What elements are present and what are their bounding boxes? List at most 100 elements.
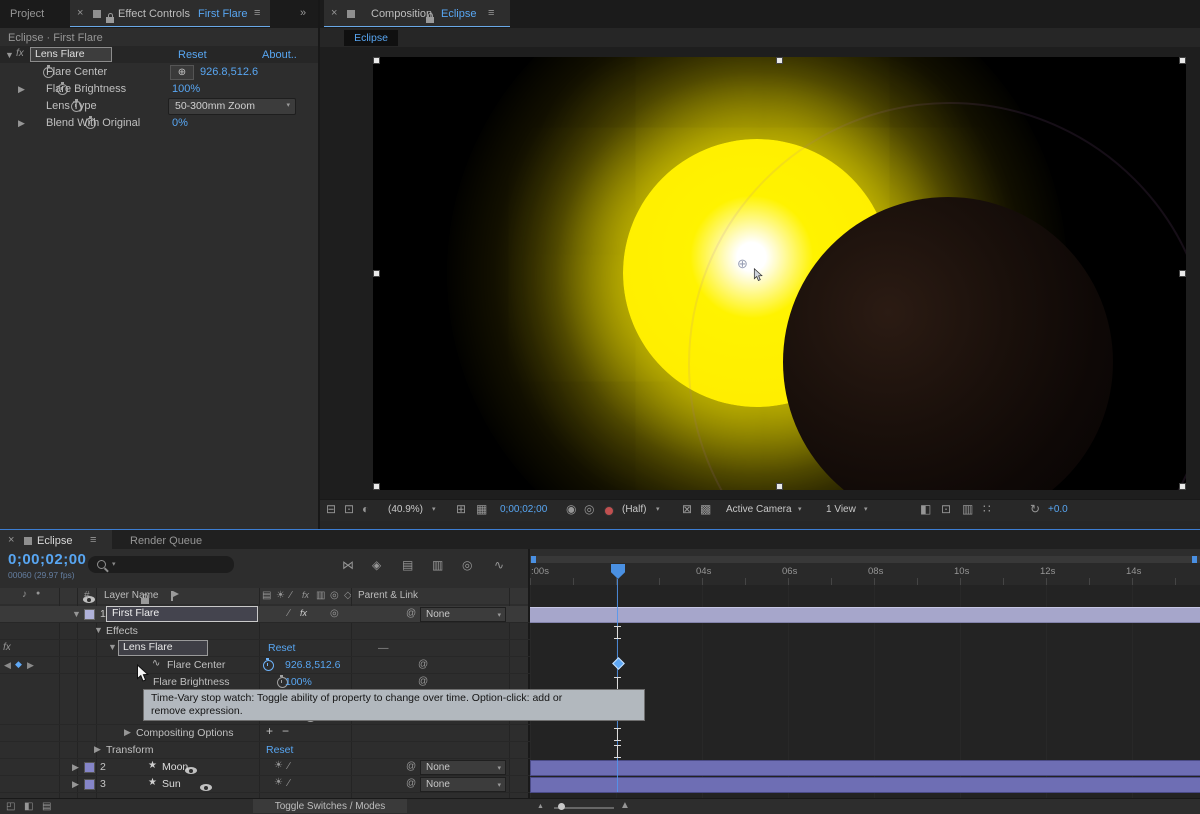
grid-options-icon[interactable]: ⊞ [456, 502, 466, 516]
effects-group-label[interactable]: Effects [106, 625, 138, 637]
timeline-zoom-handle[interactable] [558, 803, 565, 810]
prop-label-lens-type[interactable]: Lens Type [46, 100, 97, 112]
pickwhip-icon[interactable]: @ [418, 659, 428, 670]
selection-handle[interactable] [1179, 57, 1186, 64]
lens-type-dropdown[interactable]: 50-300mm Zoom ▾ [168, 98, 296, 115]
always-preview-icon[interactable]: ⊟ [326, 502, 336, 516]
prop-label-flare-center[interactable]: Flare Center [167, 659, 225, 671]
mask-visibility-icon[interactable]: ▦ [476, 502, 487, 516]
graph-editor-icon[interactable]: ∿ [494, 558, 504, 572]
expand-layer-switches-icon[interactable]: ◰ [6, 801, 15, 812]
close-icon[interactable]: × [8, 534, 14, 546]
twirl-closed-icon[interactable]: ▶ [94, 744, 101, 755]
panel-menu-icon[interactable]: ≡ [90, 534, 96, 546]
transparency-grid-icon[interactable]: ▩ [700, 502, 711, 516]
viewer-tab-eclipse[interactable]: Eclipse [344, 30, 398, 46]
effect-name-box[interactable]: Lens Flare [30, 47, 112, 62]
chevron-down-icon[interactable]: ▾ [656, 505, 660, 513]
lock-icon[interactable] [106, 17, 114, 23]
channels-view-icon[interactable]: ◐ [362, 502, 369, 516]
effect-switch-dash[interactable]: — [378, 642, 389, 654]
number-column-header[interactable]: # [84, 590, 90, 601]
pickwhip-icon[interactable]: @ [406, 608, 416, 619]
label-column-icon[interactable] [171, 591, 173, 601]
audio-column-icon[interactable]: ♪ [22, 589, 27, 600]
quality-switch-icon[interactable]: ∕ [288, 761, 290, 772]
twirl-closed-icon[interactable]: ▶ [18, 118, 25, 129]
timeline-button-icon[interactable]: ▥ [962, 502, 973, 516]
zoom-in-mountain-icon[interactable]: ▲ [620, 800, 630, 811]
keyframe-nav-icon[interactable]: ◆ [15, 659, 22, 670]
chevron-down-icon[interactable]: ▾ [798, 505, 802, 513]
region-of-interest-icon[interactable]: ⊠ [682, 502, 692, 516]
layer-bar-first-flare[interactable] [530, 607, 1200, 623]
effect-reset-link[interactable]: Reset [268, 642, 295, 654]
layer-bar-sun[interactable] [530, 777, 1200, 793]
selection-handle[interactable] [373, 483, 380, 490]
collapse-switch-icon[interactable]: ☀ [274, 760, 283, 771]
snapshot-icon[interactable]: ◉ [566, 502, 576, 516]
graph-toggle-icon[interactable]: ∿ [152, 658, 160, 669]
motion-blur-icon[interactable]: ◎ [462, 558, 472, 572]
close-icon[interactable]: × [77, 7, 83, 19]
fx-column-icon[interactable]: fx [302, 590, 309, 600]
twirl-open-icon[interactable]: ▼ [108, 642, 117, 652]
tab-render-queue[interactable]: Render Queue [130, 535, 202, 547]
timeline-timecode[interactable]: 0;00;02;00 [8, 551, 86, 568]
label-color-swatch[interactable] [84, 609, 95, 620]
overflow-icon[interactable]: » [300, 7, 306, 19]
remove-option-icon[interactable]: − [282, 724, 289, 738]
quality-column-icon[interactable]: ∕ [290, 590, 292, 601]
chevron-down-icon[interactable]: ▾ [112, 560, 116, 568]
prop-value-flare-center[interactable]: 926.8,512.6 [200, 66, 258, 78]
motion-blur-switch-icon[interactable]: ◎ [330, 608, 339, 619]
magnification-value[interactable]: (40.9%) [388, 504, 423, 515]
expand-transfer-controls-icon[interactable]: ◧ [24, 801, 33, 812]
pickwhip-icon[interactable]: @ [406, 761, 416, 772]
show-channel-icon[interactable] [604, 506, 614, 516]
search-box[interactable]: ▾ [88, 556, 234, 573]
main-viewer-icon[interactable]: ⊡ [344, 502, 354, 516]
selection-handle[interactable] [776, 483, 783, 490]
layer-name-column-header[interactable]: Layer Name [104, 590, 158, 601]
hide-shy-icon[interactable]: ▤ [402, 558, 413, 572]
quality-switch-icon[interactable]: ∕ [288, 778, 290, 789]
parent-dropdown[interactable]: None ▾ [420, 777, 506, 792]
reset-exposure-icon[interactable]: ↻ [1030, 502, 1040, 516]
collapse-column-icon[interactable]: ☀ [276, 590, 285, 601]
expand-inout-pane-icon[interactable]: ▤ [42, 801, 51, 812]
shy-column-icon[interactable]: ▤ [262, 590, 271, 601]
prop-label-blend[interactable]: Blend With Original [46, 117, 140, 129]
stopwatch-icon[interactable] [263, 660, 274, 671]
show-snapshot-icon[interactable]: ◎ [584, 502, 594, 516]
toggle-switches-modes-button[interactable]: Toggle Switches / Modes [253, 799, 407, 813]
search-input[interactable] [124, 557, 232, 573]
panel-menu-icon[interactable]: ≡ [254, 7, 260, 19]
prop-value-flare-brightness[interactable]: 100% [285, 676, 312, 688]
prop-label-flare-brightness[interactable]: Flare Brightness [46, 83, 126, 95]
flowchart-button-icon[interactable]: ∷ [983, 502, 991, 516]
work-area-start-handle[interactable] [531, 556, 536, 563]
exposure-value[interactable]: +0.0 [1048, 504, 1068, 515]
twirl-open-icon[interactable]: ▼ [72, 609, 81, 619]
parent-link-column-header[interactable]: Parent & Link [358, 590, 418, 601]
effect-about-link[interactable]: About.. [262, 49, 297, 61]
frame-blend-column-icon[interactable]: ▥ [316, 590, 325, 601]
twirl-closed-icon[interactable]: ▶ [124, 727, 131, 738]
fast-previews-icon[interactable]: ⊡ [941, 502, 951, 516]
effect-reset-link[interactable]: Reset [178, 49, 207, 61]
parent-dropdown[interactable]: None ▾ [420, 607, 506, 622]
prop-label-flare-center[interactable]: Flare Center [46, 66, 107, 78]
collapse-switch-icon[interactable]: ☀ [274, 777, 283, 788]
twirl-closed-icon[interactable]: ▶ [72, 779, 79, 790]
frame-blend-icon[interactable]: ▥ [432, 558, 443, 572]
selection-handle[interactable] [373, 270, 380, 277]
add-option-icon[interactable]: + [266, 724, 273, 738]
twirl-open-icon[interactable]: ▼ [94, 625, 103, 635]
close-icon[interactable]: × [331, 7, 337, 19]
twirl-closed-icon[interactable]: ▶ [72, 762, 79, 773]
zoom-out-mountain-icon[interactable]: ▲ [537, 803, 544, 810]
resolution-value[interactable]: (Half) [622, 504, 646, 515]
pickwhip-icon[interactable]: @ [418, 676, 428, 687]
effect-point-button[interactable]: ⊕ [170, 65, 194, 80]
